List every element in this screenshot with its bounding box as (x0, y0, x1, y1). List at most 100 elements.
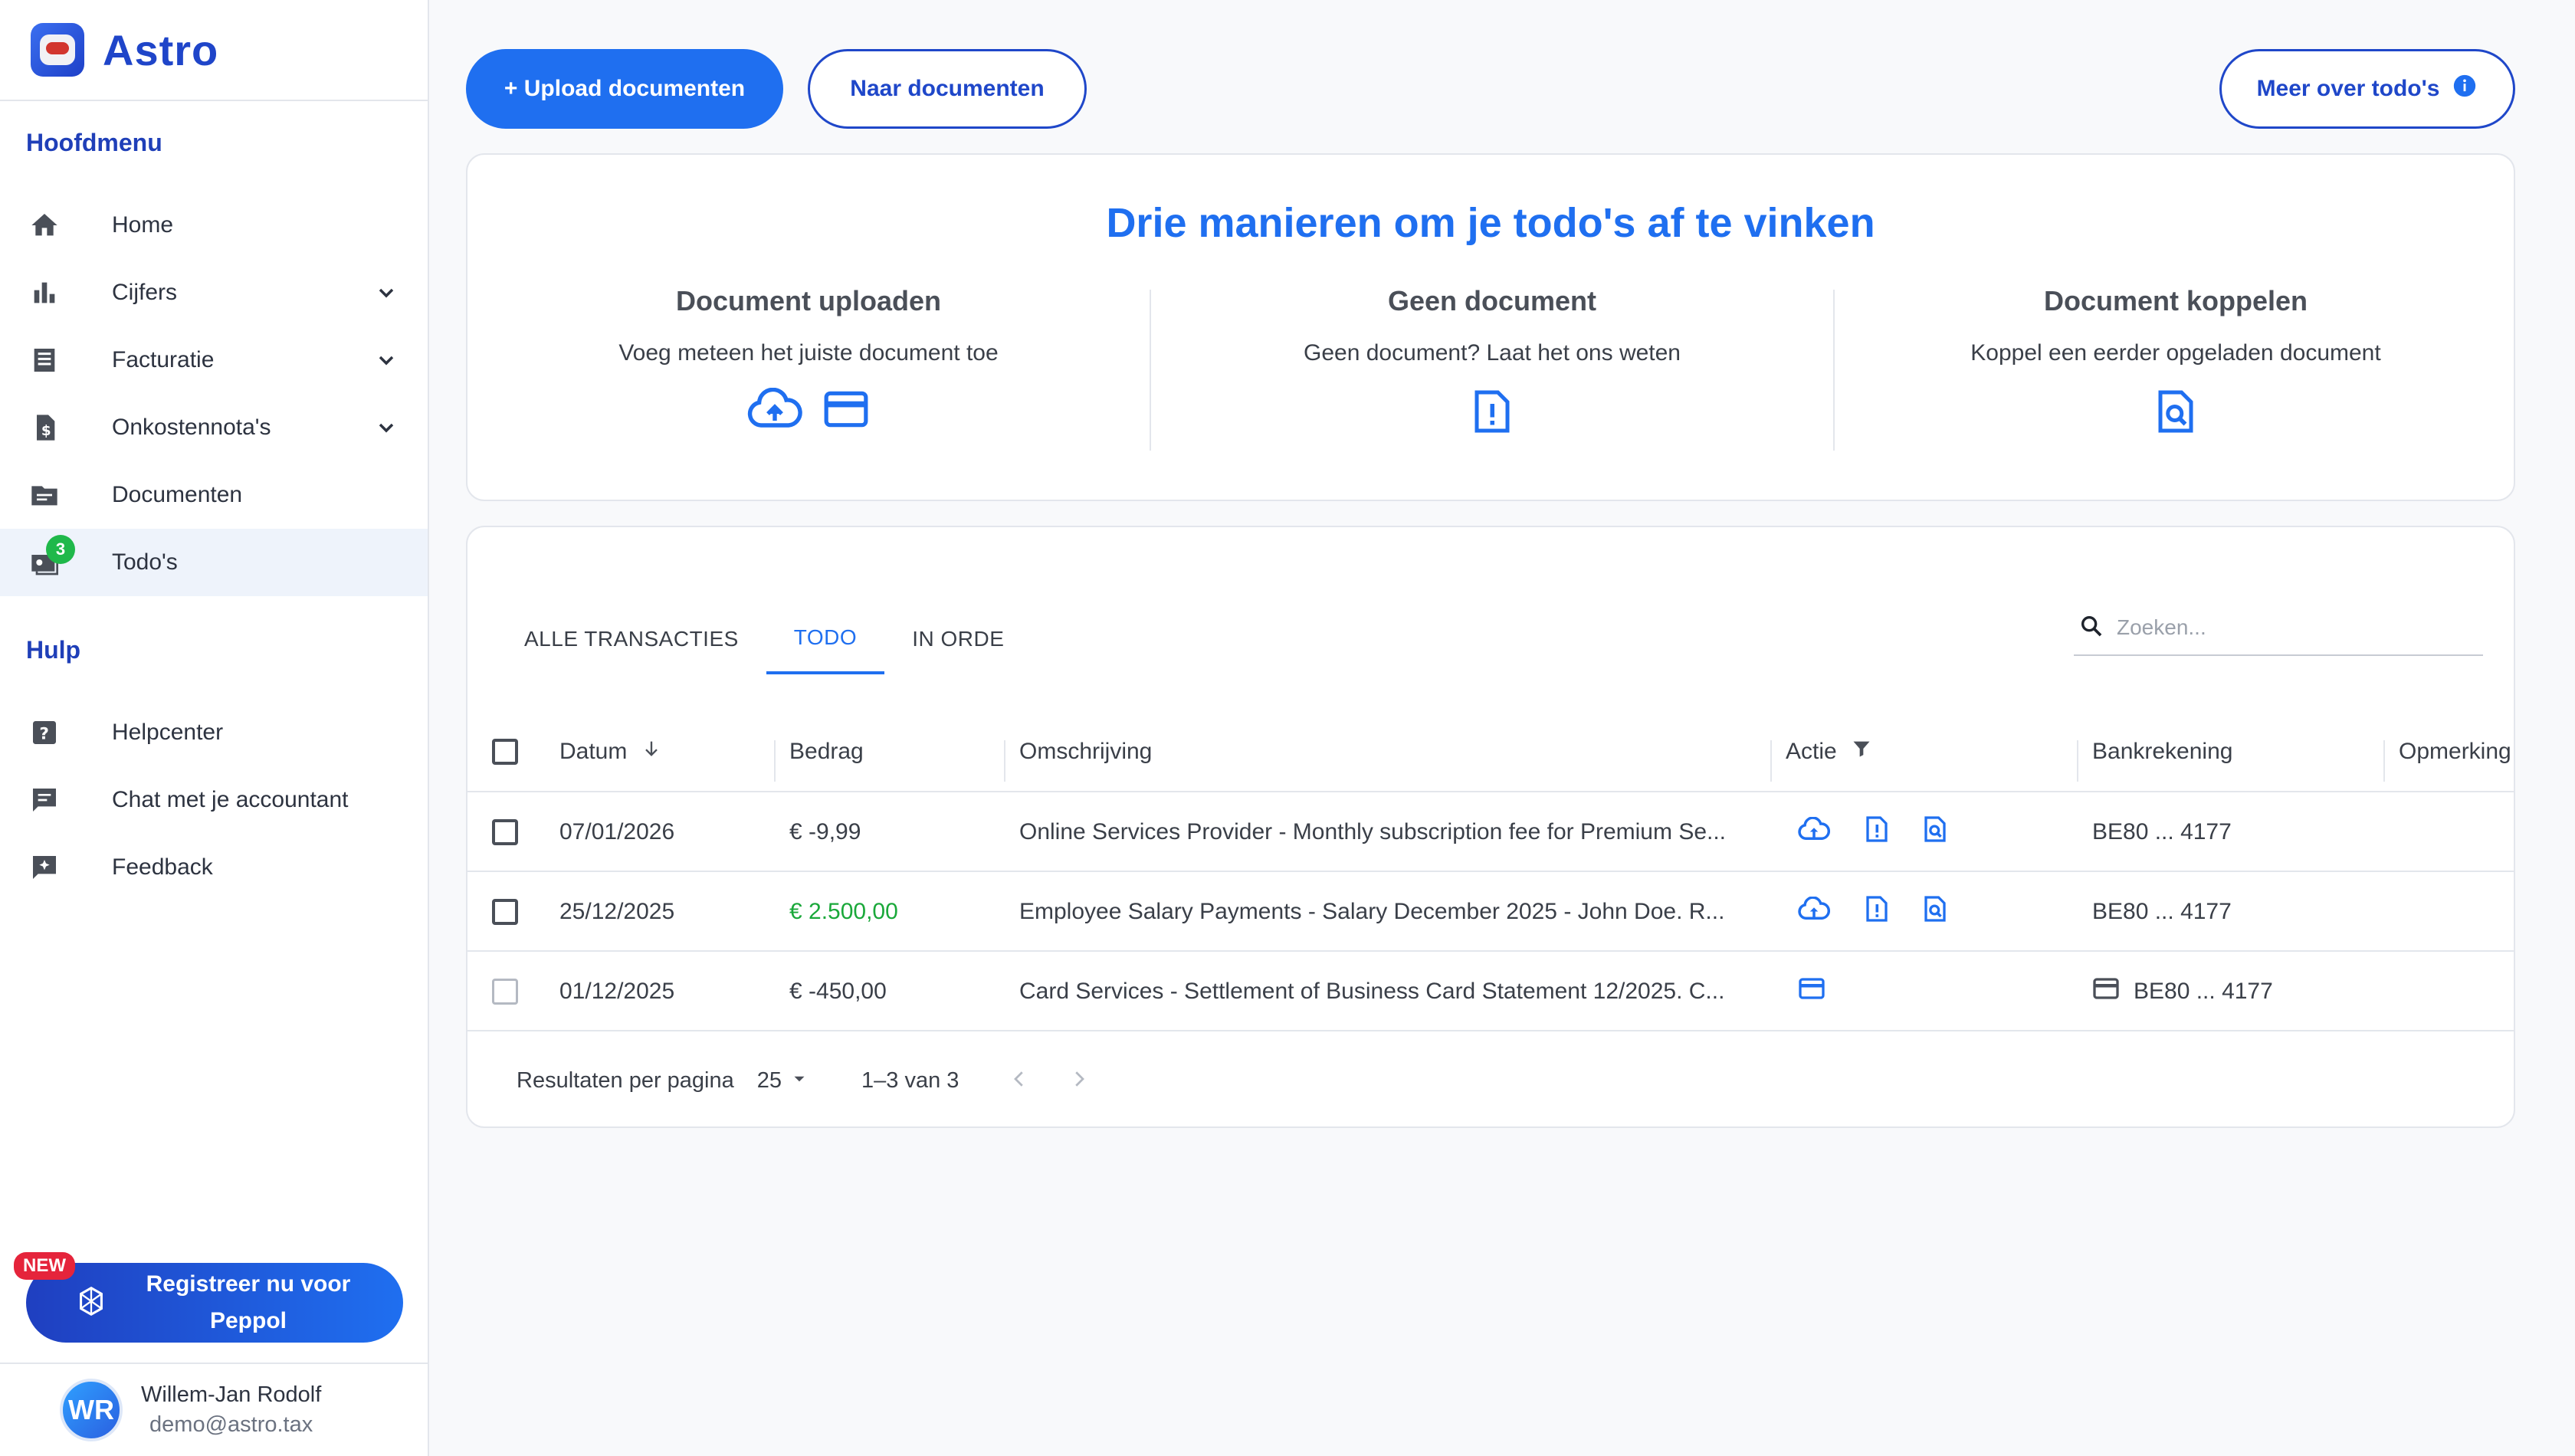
sidebar-item-chat[interactable]: Chat met je accountant (0, 766, 428, 834)
user-name: Willem-Jan Rodolf (141, 1382, 322, 1407)
credit-card-icon (822, 388, 870, 435)
row-account: BE80 ... 4177 (2092, 819, 2232, 844)
column-date-label: Datum (559, 739, 628, 764)
transactions-card: ALLE TRANSACTIES TODO IN ORDE Zoeken... … (466, 526, 2515, 1128)
search-input[interactable]: Zoeken... (2117, 615, 2206, 640)
column-action-label: Actie (1786, 739, 1837, 764)
cloud-upload-icon[interactable] (1798, 816, 1830, 848)
sidebar-item-label: Documenten (112, 482, 243, 507)
folder-icon (28, 478, 61, 512)
peppol-network-icon (74, 1284, 109, 1323)
cloud-upload-icon[interactable] (1798, 896, 1830, 927)
sidebar-item-home[interactable]: Home (0, 192, 428, 259)
column-remark[interactable]: Opmerking (2399, 711, 2514, 792)
peppol-register-button[interactable]: Registreer nu voor Peppol (26, 1263, 403, 1343)
to-documents-label: Naar documenten (850, 76, 1045, 101)
chat-icon (28, 783, 61, 817)
per-page-label: Resultaten per pagina (517, 1067, 734, 1093)
sidebar-item-label: Todo's (112, 549, 178, 575)
column-date[interactable]: Datum (559, 711, 662, 792)
home-icon (28, 208, 61, 242)
chevron-down-icon[interactable] (374, 415, 399, 444)
document-search-icon (2157, 388, 2195, 439)
sidebar-item-label: Facturatie (112, 347, 215, 372)
info-column-link-document: Document koppelen Koppel een eerder opge… (1835, 285, 2517, 439)
info-column-title: Document koppelen (2043, 285, 2308, 316)
column-account[interactable]: Bankrekening (2092, 711, 2232, 792)
row-description: Employee Salary Payments - Salary Decemb… (1019, 899, 1725, 924)
bar-chart-icon (28, 276, 61, 310)
select-all-checkbox[interactable] (492, 739, 518, 765)
help-icon: ? (28, 716, 61, 749)
column-action[interactable]: Actie (1786, 711, 1872, 792)
chevron-down-icon[interactable] (374, 280, 399, 309)
chevron-down-icon[interactable] (374, 348, 399, 376)
user-email: demo@astro.tax (149, 1412, 313, 1437)
more-about-todos-label: Meer over todo's (2256, 76, 2440, 101)
sidebar-item-feedback[interactable]: Feedback (0, 834, 428, 901)
table-row[interactable]: 01/12/2025 € -450,00 Card Services - Set… (467, 952, 2514, 1031)
sidebar-item-label: Onkostennota's (112, 415, 271, 440)
logo-row[interactable]: Astro (0, 0, 428, 101)
row-amount: € -9,99 (789, 819, 861, 844)
row-amount: € -450,00 (789, 979, 887, 1004)
sidebar-item-label: Chat met je accountant (112, 787, 349, 812)
info-column-text: Geen document? Laat het ons weten (1303, 340, 1681, 366)
more-about-todos-button[interactable]: Meer over todo's (2219, 49, 2515, 129)
peppol-label: Registreer nu voor Peppol (146, 1271, 351, 1333)
table-row[interactable]: 25/12/2025 € 2.500,00 Employee Salary Pa… (467, 872, 2514, 952)
pagination: Resultaten per pagina 25 1–3 van 3 (467, 1042, 2514, 1119)
to-documents-button[interactable]: Naar documenten (808, 49, 1087, 129)
sidebar-item-onkostennotas[interactable]: $ Onkostennota's (0, 394, 428, 461)
todo-icon: 3 (28, 535, 75, 579)
credit-card-icon[interactable] (1798, 976, 1825, 1007)
help-title: Hulp (26, 636, 81, 664)
column-description[interactable]: Omschrijving (1019, 711, 1152, 792)
search-field[interactable]: Zoeken... (2074, 601, 2483, 656)
sidebar-item-cijfers[interactable]: Cijfers (0, 259, 428, 326)
tab-all-transactions[interactable]: ALLE TRANSACTIES (497, 604, 766, 674)
filter-icon[interactable] (1851, 738, 1872, 766)
info-card: Drie manieren om je todo's af te vinken … (466, 153, 2515, 501)
column-account-label: Bankrekening (2092, 739, 2233, 764)
row-date: 01/12/2025 (559, 979, 675, 1004)
avatar: WR (60, 1379, 123, 1441)
chevron-left-icon[interactable] (1008, 1067, 1031, 1094)
column-amount[interactable]: Bedrag (789, 711, 864, 792)
sidebar-item-helpcenter[interactable]: ? Helpcenter (0, 699, 428, 766)
dropdown-arrow-icon (789, 1069, 809, 1093)
app-name: Astro (103, 25, 219, 74)
table-header: Datum Bedrag Omschrijving Actie Bankreke… (467, 711, 2514, 792)
chevron-right-icon[interactable] (1068, 1067, 1091, 1094)
info-title: Drie manieren om je todo's af te vinken (1106, 200, 1875, 246)
svg-text:?: ? (39, 724, 49, 743)
info-column-title: Document uploaden (675, 285, 941, 316)
todo-count-badge: 3 (46, 535, 75, 564)
document-alert-icon[interactable] (1865, 895, 1888, 929)
table-row[interactable]: 07/01/2026 € -9,99 Online Services Provi… (467, 792, 2514, 872)
document-search-icon[interactable] (1924, 895, 1947, 929)
row-description: Online Services Provider - Monthly subsc… (1019, 819, 1727, 844)
expense-note-icon: $ (28, 411, 61, 444)
user-profile[interactable]: WR Willem-Jan Rodolf demo@astro.tax (0, 1363, 428, 1456)
column-remark-label: Opmerking (2399, 739, 2511, 764)
document-alert-icon[interactable] (1865, 815, 1888, 849)
info-column-text: Koppel een eerder opgeladen document (1970, 340, 2381, 366)
per-page-select[interactable]: 25 (757, 1068, 809, 1094)
sidebar-item-todos[interactable]: 3 Todo's (0, 529, 428, 596)
row-checkbox[interactable] (492, 899, 518, 925)
sidebar-item-label: Feedback (112, 854, 213, 880)
info-column-text: Voeg meteen het juiste document toe (618, 340, 999, 366)
sort-down-icon[interactable] (641, 738, 662, 766)
sidebar-item-facturatie[interactable]: Facturatie (0, 326, 428, 394)
upload-documents-button[interactable]: + Upload documenten (466, 49, 783, 129)
sidebar-item-documenten[interactable]: Documenten (0, 461, 428, 529)
tab-todo[interactable]: TODO (766, 604, 885, 674)
document-search-icon[interactable] (1924, 815, 1947, 849)
row-checkbox[interactable] (492, 979, 518, 1005)
column-description-label: Omschrijving (1019, 739, 1153, 764)
tab-in-order[interactable]: IN ORDE (884, 604, 1032, 674)
astro-logo-icon (31, 23, 84, 77)
row-date: 07/01/2026 (559, 819, 675, 844)
row-checkbox[interactable] (492, 819, 518, 845)
